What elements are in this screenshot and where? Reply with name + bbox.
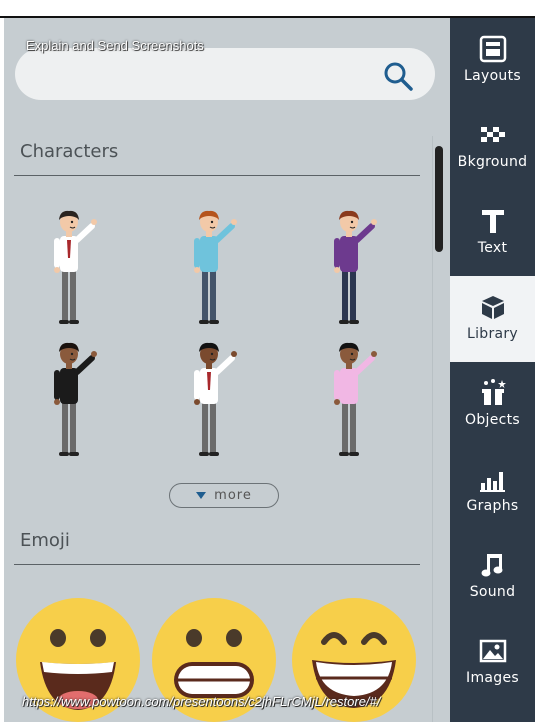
emoji-divider xyxy=(14,564,420,565)
character-man-blue-shirt-red-hair[interactable] xyxy=(174,208,244,328)
tool-sidebar: Layouts Bkground Text Library Objects Gr… xyxy=(450,18,535,722)
url-overlay: https://www.powtoon.com/presentoons/c2jh… xyxy=(22,694,381,709)
characters-section-title: Characters xyxy=(20,141,119,162)
emoji-section-title: Emoji xyxy=(20,530,70,551)
library-panel: Explain and Send Screenshots Characters xyxy=(4,18,450,722)
sidebar-item-objects[interactable]: Objects xyxy=(450,362,535,448)
image-icon xyxy=(479,639,506,663)
music-note-icon xyxy=(481,554,502,577)
sidebar-item-label: Text xyxy=(477,240,508,256)
sidebar-item-layouts[interactable]: Layouts xyxy=(450,18,535,104)
sidebar-item-label: Layouts xyxy=(464,68,521,84)
text-icon xyxy=(481,210,504,233)
checkerboard-icon xyxy=(480,127,505,142)
window-top-frame xyxy=(0,0,535,18)
sidebar-item-label: Bkground xyxy=(457,154,528,170)
sidebar-item-bkground[interactable]: Bkground xyxy=(450,104,535,190)
sidebar-item-label: Sound xyxy=(469,584,516,600)
scrollbar-thumb[interactable] xyxy=(435,146,443,252)
sidebar-item-label: Objects xyxy=(465,412,520,428)
sidebar-item-text[interactable]: Text xyxy=(450,190,535,276)
sidebar-item-images[interactable]: Images xyxy=(450,620,535,706)
sidebar-item-library[interactable]: Library xyxy=(450,276,535,362)
cube-icon xyxy=(481,296,504,319)
sidebar-item-label: Graphs xyxy=(466,498,519,514)
bar-chart-icon xyxy=(479,472,505,492)
search-input[interactable] xyxy=(15,48,435,100)
character-man-pink-shirt[interactable] xyxy=(314,340,384,460)
character-woman-black-top-curly-hair[interactable] xyxy=(34,340,104,460)
more-characters-button[interactable]: more xyxy=(169,483,279,508)
character-man-white-shirt-dark-skin[interactable] xyxy=(174,340,244,460)
character-man-white-shirt-red-tie[interactable] xyxy=(34,208,104,328)
chevron-down-icon xyxy=(196,492,207,499)
sidebar-item-graphs[interactable]: Graphs xyxy=(450,448,535,534)
more-label: more xyxy=(214,488,252,503)
character-woman-purple-top-glasses[interactable] xyxy=(314,208,384,328)
search-icon[interactable] xyxy=(382,60,414,92)
caption-overlay: Explain and Send Screenshots xyxy=(26,38,204,53)
layouts-icon xyxy=(479,35,506,63)
sidebar-item-label: Library xyxy=(466,326,519,342)
sidebar-item-label: Images xyxy=(466,670,519,686)
sidebar-item-sound[interactable]: Sound xyxy=(450,534,535,620)
characters-divider xyxy=(14,175,420,176)
gift-box-icon xyxy=(481,379,506,405)
